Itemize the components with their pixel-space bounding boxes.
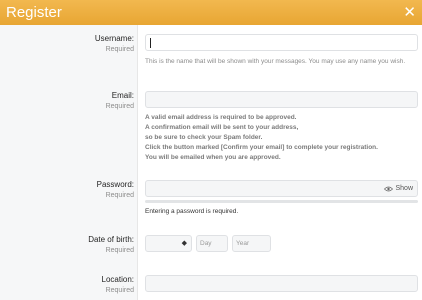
location-label: Location: [101, 275, 134, 284]
dob-day-input[interactable]: Day [196, 235, 228, 252]
dob-month-select[interactable]: ◆ [145, 235, 192, 252]
dob-field-group: ◆ Day Year [145, 235, 418, 252]
eye-icon [384, 186, 394, 191]
password-strength-meter [145, 200, 418, 203]
email-input[interactable] [145, 91, 418, 108]
close-icon[interactable]: ✕ [403, 5, 416, 20]
username-label: Username: [94, 34, 134, 43]
dialog-titlebar: Register ✕ [0, 0, 422, 25]
password-input[interactable]: Show [145, 180, 418, 197]
password-required: Required [105, 192, 134, 199]
show-password-button[interactable]: Show [384, 185, 413, 192]
username-label-group: Username: Required [4, 34, 134, 53]
email-hints: A valid email address is required to be … [145, 113, 418, 163]
location-required: Required [105, 287, 134, 294]
register-dialog: Register ✕ Username: Required This is th… [0, 0, 422, 300]
email-required: Required [105, 103, 134, 110]
labels-column [0, 25, 138, 300]
dob-label: Date of birth: [88, 235, 134, 244]
username-hint: This is the name that will be shown with… [145, 58, 406, 65]
location-label-group: Location: Required [4, 275, 134, 294]
dob-label-group: Date of birth: Required [4, 235, 134, 254]
email-hint-line: so be sure to check your Spam folder. [145, 134, 263, 141]
email-field-group: A valid email address is required to be … [145, 91, 418, 163]
register-form: Username: Required This is the name that… [0, 25, 422, 300]
email-hint-line: Click the button marked [Confirm your em… [145, 144, 378, 151]
username-required: Required [105, 46, 134, 53]
password-label-group: Password: Required [4, 180, 134, 199]
updown-arrow-icon: ◆ [181, 240, 187, 247]
password-label: Password: [96, 180, 134, 189]
password-hint: Entering a password is required. [145, 208, 239, 215]
username-field-group: This is the name that will be shown with… [145, 34, 418, 67]
password-field-group: Show Entering a password is required. [145, 180, 418, 217]
location-input[interactable] [145, 275, 418, 292]
location-field-group [145, 275, 418, 292]
email-hint-line: A valid email address is required to be … [145, 114, 297, 121]
dob-required: Required [105, 247, 134, 254]
dialog-title: Register [6, 4, 62, 21]
email-hint-line: A confirmation email will be sent to you… [145, 124, 299, 131]
email-label-group: Email: Required [4, 91, 134, 110]
dob-year-input[interactable]: Year [232, 235, 271, 252]
show-password-label: Show [395, 185, 413, 192]
text-caret [150, 38, 151, 48]
username-input[interactable] [145, 34, 418, 51]
email-label: Email: [111, 91, 134, 100]
email-hint-line: You will be emailed when you are approve… [145, 154, 281, 161]
